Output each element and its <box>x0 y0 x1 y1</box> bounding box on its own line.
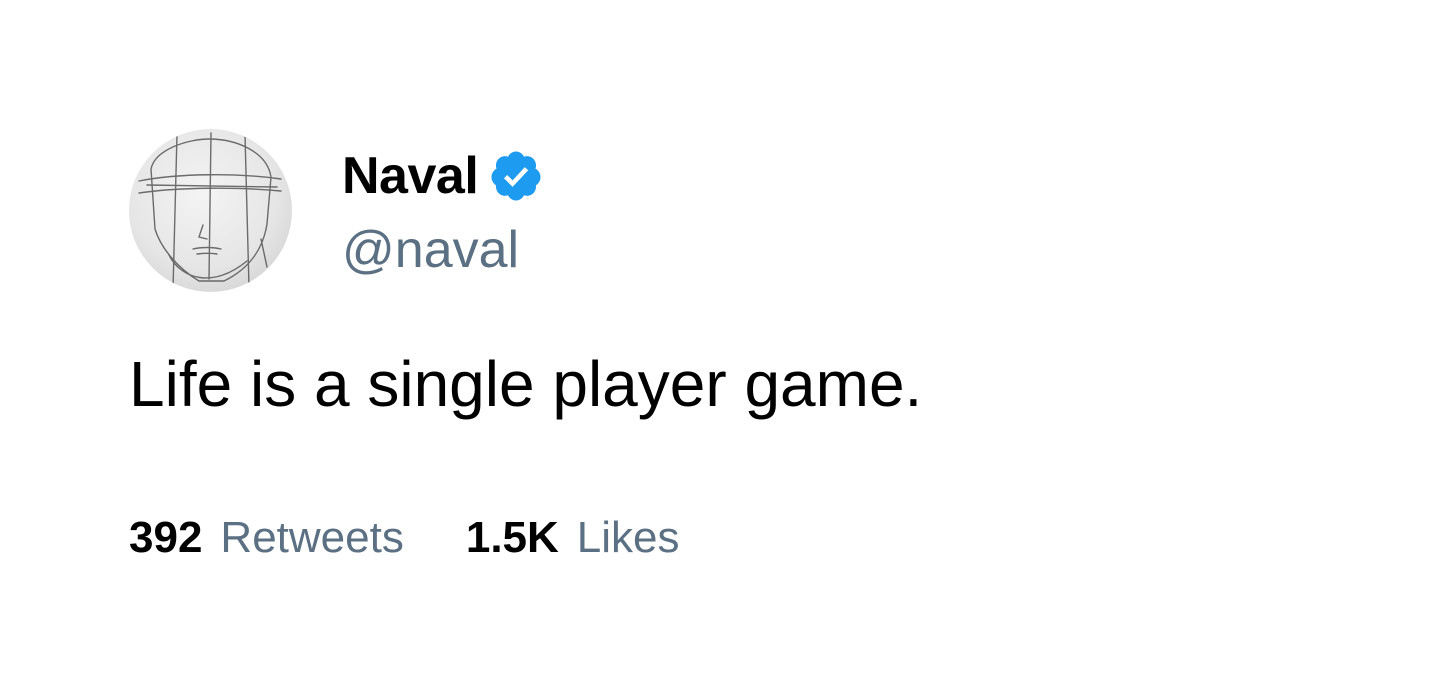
verified-badge-icon <box>488 148 544 204</box>
user-handle[interactable]: @naval <box>342 218 519 282</box>
name-row: Naval <box>342 144 544 208</box>
display-name[interactable]: Naval <box>342 144 479 208</box>
tweet-card: Naval @naval Life is a single player gam… <box>0 0 1456 696</box>
tweet-text: Life is a single player game. <box>129 348 923 420</box>
likes-stat[interactable]: 1.5K Likes <box>466 510 680 566</box>
likes-label: Likes <box>576 513 680 562</box>
likes-count: 1.5K <box>465 513 559 562</box>
retweets-label: Retweets <box>220 513 404 562</box>
retweets-stat[interactable]: 392 Retweets <box>129 510 404 566</box>
tweet-stats: 392 Retweets 1.5K Likes <box>129 510 680 566</box>
avatar[interactable] <box>129 129 292 292</box>
sketched-face-icon <box>138 132 282 290</box>
retweets-count: 392 <box>129 513 203 562</box>
